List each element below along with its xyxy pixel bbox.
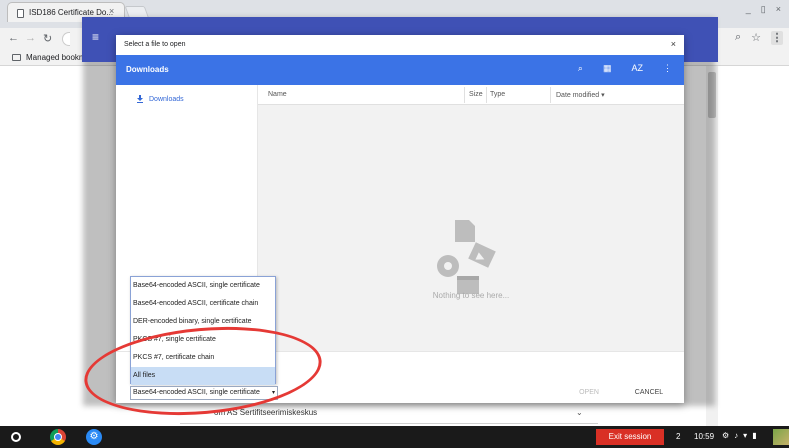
- maximize-icon[interactable]: ▯: [761, 4, 766, 15]
- sidebar-item-label: Downloads: [149, 95, 184, 103]
- column-name[interactable]: Name: [268, 91, 287, 98]
- status-tray[interactable]: ⚙ ♪ ▾ ▮: [722, 431, 757, 440]
- open-button[interactable]: OPEN: [563, 384, 615, 402]
- grid-view-icon[interactable]: ▦: [603, 63, 612, 74]
- reload-icon[interactable]: ↻: [43, 32, 52, 45]
- empty-state-text: Nothing to see here...: [432, 291, 510, 300]
- file-list-header: Name Size Type Date modified ▾: [258, 85, 684, 105]
- battery-icon: ▮: [752, 431, 757, 440]
- more-options-icon[interactable]: ⋮: [663, 63, 672, 74]
- bookmark-managed[interactable]: Managed bookma: [26, 53, 90, 62]
- file-type-select[interactable]: Base64-encoded ASCII, single certificate…: [130, 386, 278, 400]
- dialog-title: Select a file to open: [124, 41, 186, 48]
- sidebar-item-downloads[interactable]: Downloads: [136, 95, 184, 103]
- settings-app-icon[interactable]: ⚙: [86, 429, 102, 445]
- minimize-icon[interactable]: _: [746, 4, 751, 15]
- notification-count[interactable]: 2: [676, 432, 680, 441]
- close-icon[interactable]: ×: [776, 4, 781, 15]
- dialog-close-icon[interactable]: ×: [671, 39, 676, 49]
- file-type-dropdown: Base64-encoded ASCII, single certificate…: [130, 276, 276, 385]
- window-controls: _ ▯ ×: [746, 4, 781, 15]
- avatar[interactable]: [773, 429, 789, 445]
- toolbar-actions: ⌕ ☆ ⋮: [735, 31, 783, 45]
- chrome-app-icon[interactable]: [50, 429, 66, 445]
- file-type-option-all-files[interactable]: All files: [131, 367, 275, 385]
- tab-title: ISD186 Certificate Do...: [29, 8, 114, 17]
- column-divider: [550, 87, 551, 103]
- settings-status-icon: ⚙: [722, 431, 730, 440]
- folder-icon: [12, 54, 21, 61]
- sort-icon[interactable]: AZ: [631, 63, 643, 74]
- column-type[interactable]: Type: [490, 91, 505, 98]
- page-icon: [17, 9, 24, 18]
- back-icon[interactable]: ←: [8, 32, 19, 44]
- empty-folder-illustration-icon: [437, 220, 496, 294]
- file-list: Name Size Type Date modified ▾ Nothing t…: [258, 85, 684, 351]
- current-folder-title: Downloads: [126, 65, 169, 74]
- column-date-modified[interactable]: Date modified ▾: [556, 91, 605, 99]
- file-type-option[interactable]: PKCS #7, single certificate: [131, 331, 275, 349]
- cancel-button[interactable]: CANCEL: [622, 384, 676, 402]
- chevron-down-icon: ⌄: [576, 408, 583, 417]
- exit-session-button[interactable]: Exit session: [596, 429, 664, 445]
- star-icon[interactable]: ☆: [751, 31, 761, 45]
- forward-icon[interactable]: →: [25, 32, 36, 44]
- menu-icon[interactable]: ⋮: [771, 31, 783, 45]
- file-type-option[interactable]: Base64-encoded ASCII, certificate chain: [131, 295, 275, 313]
- zoom-icon[interactable]: ⌕: [735, 31, 741, 45]
- page-select-label: om AS Sertifitseerimiskeskus: [214, 408, 318, 417]
- column-divider: [486, 87, 487, 103]
- column-size[interactable]: Size: [469, 91, 483, 98]
- download-icon: [137, 95, 143, 103]
- column-divider: [464, 87, 465, 103]
- omnibox[interactable]: [62, 32, 70, 46]
- header-actions: ⌕ ▦ AZ ⋮: [578, 63, 672, 74]
- file-type-option[interactable]: Base64-encoded ASCII, single certificate: [131, 277, 275, 295]
- dialog-titlebar: Select a file to open ×: [116, 35, 684, 55]
- wifi-icon: ▾: [743, 431, 748, 440]
- chevron-down-icon: ▾: [271, 390, 275, 396]
- dialog-header: Downloads ⌕ ▦ AZ ⋮: [116, 55, 684, 85]
- mute-icon: ♪: [734, 431, 739, 440]
- file-type-option[interactable]: PKCS #7, certificate chain: [131, 349, 275, 367]
- search-icon[interactable]: ⌕: [578, 63, 583, 74]
- system-shelf: ⚙ Exit session 2 10:59 ⚙ ♪ ▾ ▮: [0, 426, 789, 448]
- file-type-select-value: Base64-encoded ASCII, single certificate: [133, 389, 260, 396]
- file-type-option[interactable]: DER-encoded binary, single certificate: [131, 313, 275, 331]
- clock[interactable]: 10:59: [694, 432, 714, 441]
- tab-close-icon[interactable]: ×: [109, 6, 114, 16]
- launcher-icon[interactable]: [11, 432, 21, 442]
- hamburger-icon[interactable]: ≡: [92, 30, 99, 44]
